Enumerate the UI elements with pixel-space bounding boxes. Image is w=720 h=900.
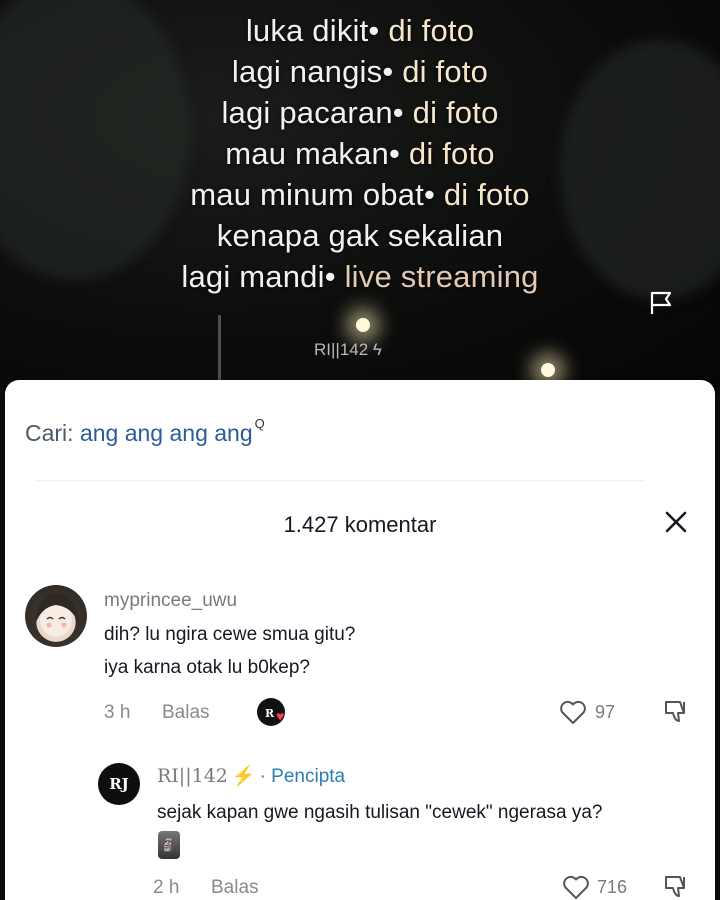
like-heart-icon[interactable] <box>562 874 590 900</box>
divider <box>35 480 645 481</box>
lightning-icon: ⚡ <box>231 765 256 787</box>
caption-line: lagi pacaran• di foto <box>221 95 499 130</box>
caption-line: mau makan• di foto <box>225 136 495 171</box>
search-suggestion[interactable]: Cari: ang ang ang ang Q <box>25 416 265 447</box>
like-count: 97 <box>595 702 616 722</box>
street-light <box>356 318 370 332</box>
reply-text: sejak kapan gwe ngasih tulisan "cewek" n… <box>157 802 603 823</box>
video-player[interactable]: luka dikit• di foto lagi nangis• di foto… <box>0 0 720 390</box>
caption-line: lagi mandi• live streaming <box>181 259 539 294</box>
like-count: 716 <box>597 877 628 897</box>
dislike-icon[interactable] <box>662 699 690 725</box>
creator-avatar[interactable]: RJ <box>98 763 140 805</box>
like-heart-icon[interactable] <box>559 699 587 725</box>
close-icon[interactable] <box>662 508 690 536</box>
caption-line: kenapa gak sekalian <box>216 218 504 253</box>
search-prefix: Cari: <box>25 420 80 446</box>
comment-time: 3 h <box>104 702 131 723</box>
creator-tag: · Pencipta <box>259 766 346 787</box>
anime-avatar-icon <box>35 593 79 637</box>
search-query[interactable]: ang ang ang ang <box>80 420 253 446</box>
caption-line: luka dikit• di foto <box>245 13 475 48</box>
reply-time: 2 h <box>153 877 180 898</box>
reply-button[interactable]: Balas <box>211 877 259 899</box>
caption-line: mau minum obat• di foto <box>190 177 530 212</box>
comment-text: dih? lu ngira cewe smua gitu? <box>104 624 356 645</box>
search-icon: Q <box>254 416 265 432</box>
reply-username[interactable]: RI||142 <box>157 765 228 787</box>
comment-count: 1.427 komentar <box>283 512 437 537</box>
background-pole <box>218 315 221 390</box>
reply-button[interactable]: Balas <box>162 702 210 724</box>
flag-icon[interactable] <box>648 290 674 316</box>
comment-username[interactable]: myprincee_uwu <box>104 590 237 612</box>
street-light <box>541 363 555 377</box>
video-caption: luka dikit• di foto lagi nangis• di foto… <box>0 10 720 297</box>
comment-text: iya karna otak lu b0kep? <box>104 657 310 678</box>
caption-line: lagi nangis• di foto <box>231 54 489 89</box>
heart-icon: ♥ <box>276 708 285 724</box>
comments-sheet: Cari: ang ang ang ang Q 1.427 komentar my… <box>5 380 715 900</box>
moai-sticker-icon: 🗿 <box>158 831 180 859</box>
svg-text:R: R <box>265 707 275 720</box>
video-watermark: RI||142 ϟ <box>314 340 382 359</box>
dislike-icon[interactable] <box>662 874 690 900</box>
avatar[interactable] <box>25 585 87 647</box>
reply-username-row[interactable]: RI||142 ⚡ · Pencipta <box>157 764 345 788</box>
